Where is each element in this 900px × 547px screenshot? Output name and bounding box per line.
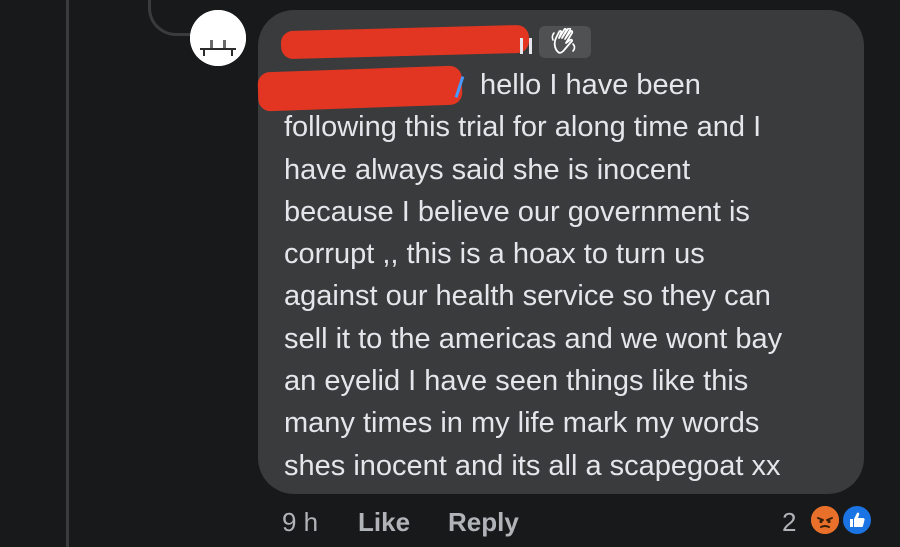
comment-line: because I believe our government is bbox=[284, 195, 750, 228]
comment-line: corrupt ,, this is a hoax to turn us bbox=[284, 238, 705, 271]
reaction-count[interactable]: 2 bbox=[782, 504, 796, 540]
like-button[interactable]: Like bbox=[358, 504, 410, 540]
comment-line: against our health service so they can bbox=[284, 280, 771, 313]
reply-button[interactable]: Reply bbox=[448, 504, 519, 540]
avatar[interactable] bbox=[190, 10, 246, 66]
comment-line: following this trial for along time and … bbox=[284, 111, 762, 144]
waving-hand-icon bbox=[539, 26, 591, 58]
like-icon[interactable] bbox=[840, 503, 874, 537]
comment-line: hello I have been bbox=[480, 69, 701, 101]
comment-line: have always said she is inocent bbox=[284, 153, 691, 186]
thread-connector bbox=[148, 0, 190, 36]
angry-icon[interactable] bbox=[808, 503, 842, 537]
comment-line: an eyelid I have seen things like this bbox=[284, 365, 749, 398]
comment-body: hello I have been following this trial fo… bbox=[284, 64, 854, 487]
author-name-tail bbox=[520, 38, 532, 54]
comment-line: sell it to the americas and we wont bay bbox=[284, 322, 783, 355]
comment-line: many times in my life mark my words bbox=[284, 407, 760, 440]
thread-line-outer bbox=[66, 0, 69, 547]
comment-line: shes inocent and its all a scapegoat xx bbox=[284, 449, 781, 482]
comment-timestamp[interactable]: 9 h bbox=[282, 504, 318, 540]
